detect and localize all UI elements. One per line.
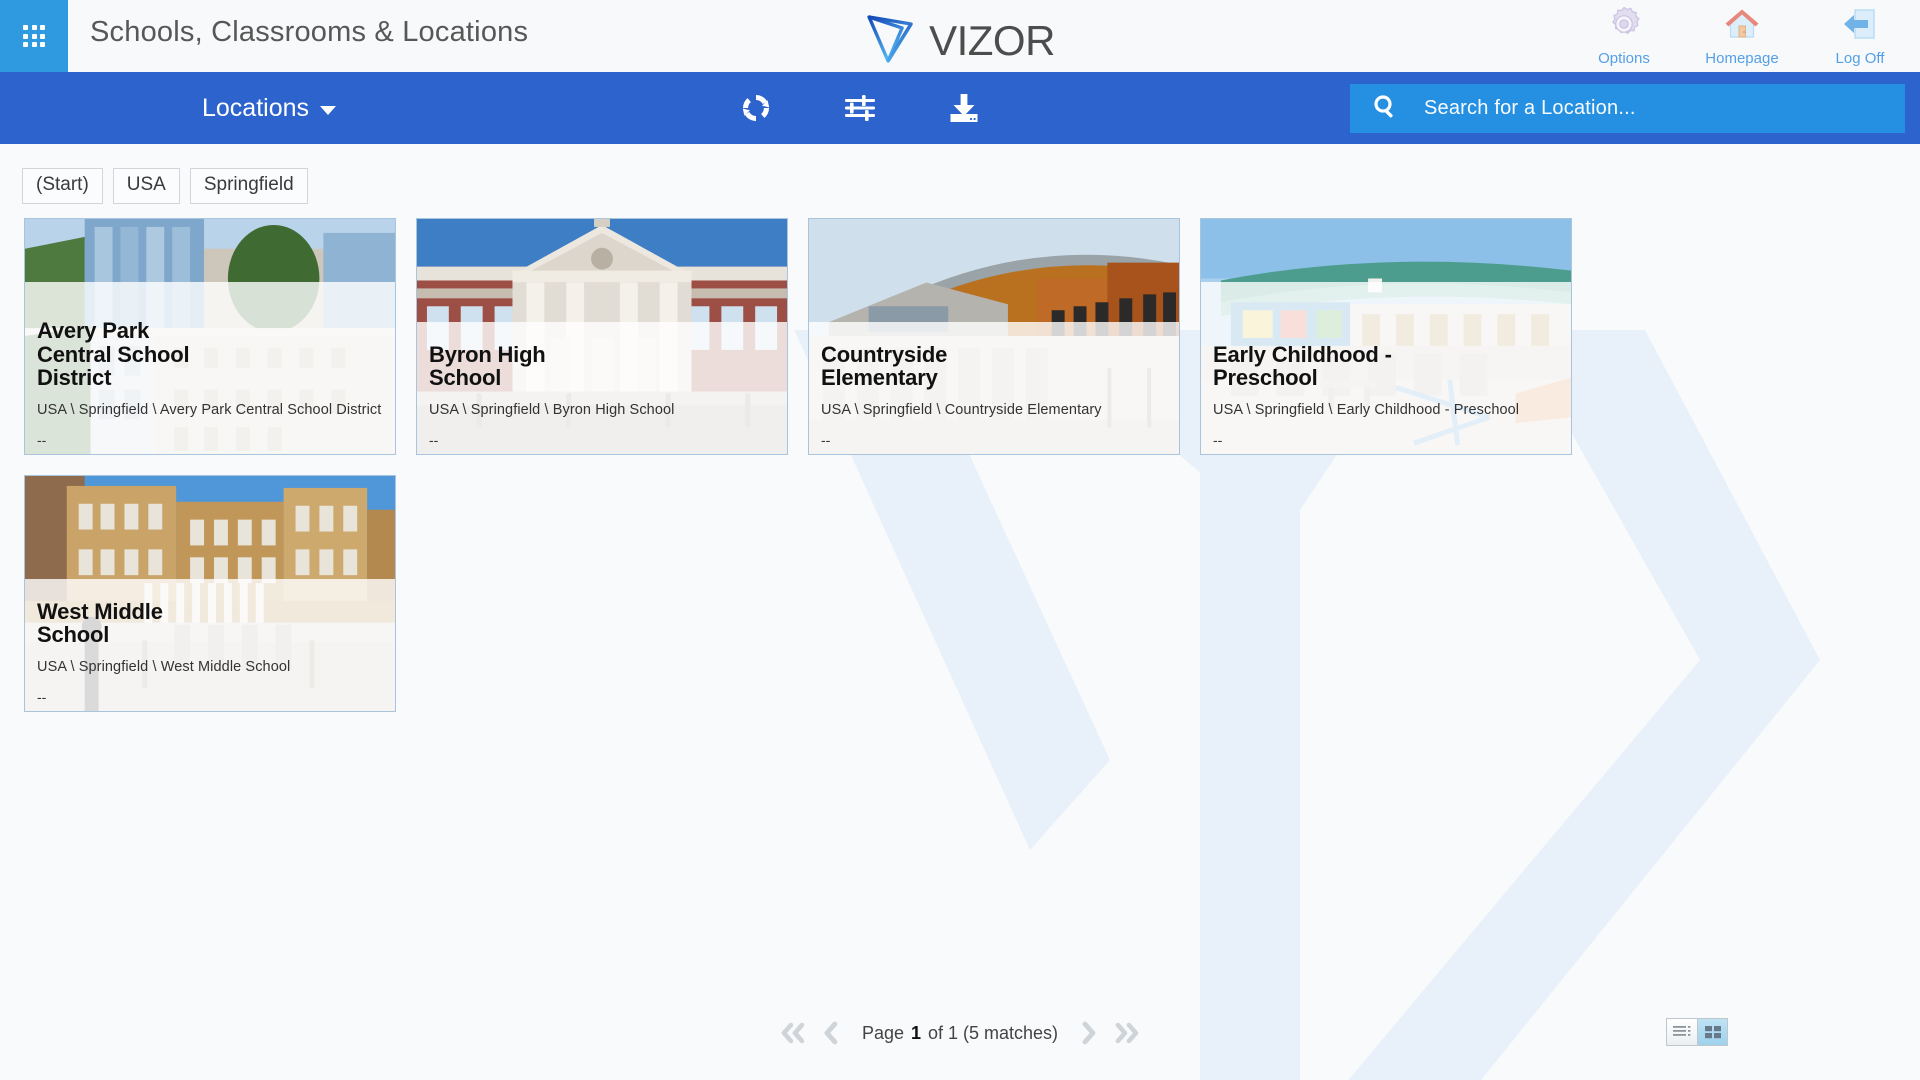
brand-logo: VIZOR [865, 11, 1055, 70]
top-header: Schools, Classrooms & Locations VIZOR Op… [0, 0, 1920, 72]
options-button[interactable]: Options [1578, 4, 1670, 67]
vizor-logo-mark-icon [865, 11, 923, 70]
card-body: Early Childhood - Preschool USA \ Spring… [1201, 343, 1571, 454]
location-card[interactable]: Early Childhood - Preschool USA \ Spring… [1200, 218, 1572, 455]
list-view-icon [1673, 1026, 1691, 1036]
locations-dropdown[interactable]: Locations [202, 72, 337, 144]
location-card[interactable]: Byron High School USA \ Springfield \ By… [416, 218, 788, 455]
prev-page-button[interactable] [817, 1018, 845, 1048]
card-subtext: -- [821, 432, 831, 448]
grid-view-icon [1704, 1026, 1721, 1039]
search-input[interactable]: Search for a Location... [1350, 84, 1905, 133]
search-icon [1372, 93, 1398, 124]
download-icon [950, 94, 978, 122]
pagination: Page 1 of 1 (5 matches) [774, 1018, 1146, 1048]
brand-name: VIZOR [929, 16, 1055, 64]
refresh-icon [742, 95, 770, 121]
house-icon [1722, 4, 1762, 49]
card-subtext: -- [37, 689, 47, 705]
main-toolbar: Locations Search for a Location... [0, 72, 1920, 144]
double-chevron-right-icon [1115, 1022, 1139, 1044]
card-subtext: -- [429, 432, 439, 448]
double-chevron-left-icon [781, 1022, 805, 1044]
homepage-label: Homepage [1705, 50, 1779, 67]
card-title: Countryside Elementary [821, 341, 948, 391]
card-title: Byron High School [429, 341, 546, 391]
card-title: West Middle School [37, 598, 163, 648]
card-title: Early Childhood - Preschool [1213, 341, 1392, 391]
app-root: Schools, Classrooms & Locations VIZOR Op… [0, 0, 1920, 1080]
card-title: Avery Park Central School District [37, 318, 190, 391]
breadcrumb: (Start) USA Springfield [22, 168, 308, 204]
card-body: Avery Park Central School District USA \… [25, 319, 395, 454]
refresh-button[interactable] [735, 87, 777, 129]
card-subtext: -- [37, 432, 47, 448]
chevron-down-icon [320, 105, 337, 115]
card-body: West Middle School USA \ Springfield \ W… [25, 600, 395, 711]
filter-sliders-icon [845, 95, 875, 121]
page-label: Page [861, 1022, 904, 1043]
card-path: USA \ Springfield \ Countryside Elementa… [821, 402, 1102, 418]
page-total-label: of 1 (5 matches) [928, 1022, 1059, 1043]
next-page-button[interactable] [1075, 1018, 1103, 1048]
page-title: Schools, Classrooms & Locations [90, 16, 529, 48]
filter-button[interactable] [839, 87, 881, 129]
chevron-left-icon [824, 1021, 838, 1045]
card-path: USA \ Springfield \ Byron High School [429, 402, 675, 418]
locations-dropdown-label: Locations [202, 93, 310, 122]
grid-view-button[interactable] [1697, 1019, 1727, 1045]
breadcrumb-item-springfield[interactable]: Springfield [189, 168, 308, 204]
apps-grid-icon [23, 25, 45, 47]
toolbar-icon-group [735, 72, 985, 144]
card-path: USA \ Springfield \ Early Childhood - Pr… [1213, 402, 1520, 418]
logoff-button[interactable]: Log Off [1814, 4, 1906, 67]
search-placeholder: Search for a Location... [1424, 97, 1636, 119]
card-path: USA \ Springfield \ West Middle School [37, 659, 291, 675]
current-page-number: 1 [910, 1022, 921, 1043]
card-body: Countryside Elementary USA \ Springfield… [809, 343, 1179, 454]
homepage-button[interactable]: Homepage [1696, 4, 1788, 67]
breadcrumb-item-usa[interactable]: USA [112, 168, 180, 204]
gear-icon [1604, 4, 1644, 49]
options-label: Options [1598, 50, 1650, 67]
last-page-button[interactable] [1108, 1018, 1146, 1048]
location-card-grid: Avery Park Central School District USA \… [24, 218, 1904, 712]
location-card[interactable]: West Middle School USA \ Springfield \ W… [24, 475, 396, 712]
view-mode-toggle [1666, 1018, 1728, 1046]
logout-arrow-icon [1840, 4, 1880, 49]
download-button[interactable] [943, 87, 985, 129]
card-path: USA \ Springfield \ Avery Park Central S… [37, 402, 382, 418]
card-body: Byron High School USA \ Springfield \ By… [417, 343, 787, 454]
apps-grid-button[interactable] [0, 0, 68, 72]
chevron-right-icon [1082, 1021, 1096, 1045]
card-subtext: -- [1213, 432, 1223, 448]
header-actions: Options Homepage Log Off [1578, 4, 1906, 67]
list-view-button[interactable] [1667, 1019, 1697, 1045]
location-card[interactable]: Countryside Elementary USA \ Springfield… [808, 218, 1180, 455]
breadcrumb-item-start[interactable]: (Start) [22, 168, 103, 204]
page-indicator: Page 1 of 1 (5 matches) [862, 1023, 1058, 1044]
location-card[interactable]: Avery Park Central School District USA \… [24, 218, 396, 455]
logoff-label: Log Off [1835, 50, 1885, 67]
first-page-button[interactable] [774, 1018, 812, 1048]
